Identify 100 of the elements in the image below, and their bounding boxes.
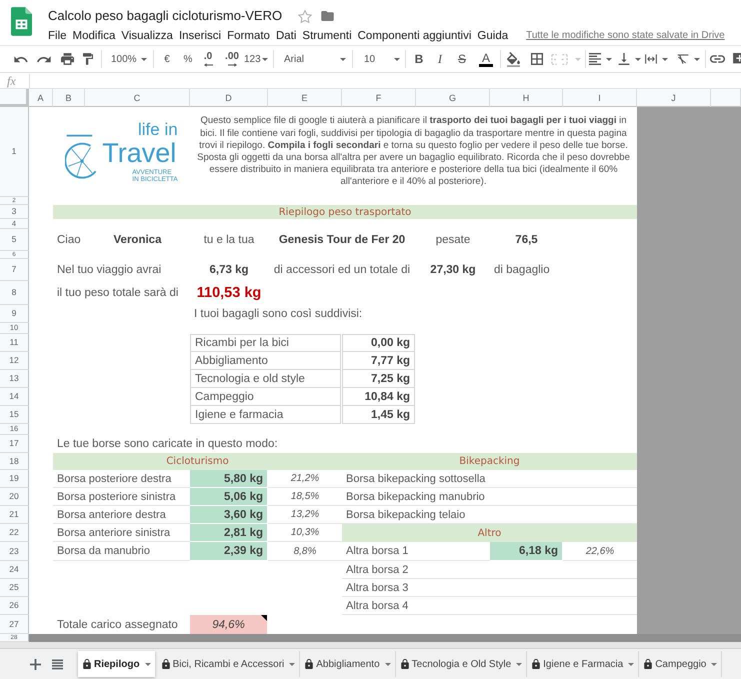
column-header[interactable]: I — [563, 89, 637, 107]
row-header[interactable]: 18 — [0, 453, 29, 470]
add-comment-icon[interactable] — [733, 52, 741, 66]
font-size-dropdown[interactable]: 10 — [360, 54, 400, 64]
row-header[interactable]: 8 — [0, 281, 29, 305]
spreadsheet-logo-icon[interactable] — [11, 7, 32, 36]
row-header[interactable]: 19 — [0, 470, 29, 488]
row-header[interactable]: 12 — [0, 352, 29, 370]
paint-roller-icon[interactable] — [83, 53, 93, 65]
column-header[interactable]: B — [53, 89, 85, 107]
text-wrap-icon[interactable] — [645, 53, 668, 65]
percent-button[interactable]: % — [181, 54, 195, 64]
undo-icon[interactable] — [14, 56, 28, 62]
row-header[interactable]: 9 — [0, 305, 29, 323]
row-header[interactable]: 21 — [0, 506, 29, 524]
row-header[interactable]: 23 — [0, 542, 29, 561]
row-header[interactable]: 27 — [0, 615, 29, 634]
currency-button[interactable]: € — [160, 54, 174, 64]
row-header[interactable]: 26 — [0, 597, 29, 615]
column-header[interactable]: E — [268, 89, 342, 107]
column-header[interactable]: J — [637, 89, 711, 107]
bold-button[interactable]: B — [412, 52, 426, 66]
column-header[interactable]: A — [29, 89, 53, 107]
note-marker-icon[interactable] — [261, 615, 267, 621]
row-header[interactable]: 22 — [0, 524, 29, 542]
vertical-align-icon[interactable] — [618, 53, 641, 65]
menu-item[interactable]: Formato — [227, 28, 270, 44]
horizontal-scrollbar[interactable] — [0, 642, 741, 649]
paint-bucket-icon[interactable] — [507, 52, 520, 66]
document-title[interactable]: Calcolo peso bagagli cicloturismo-VERO — [48, 7, 282, 25]
borders-icon[interactable] — [531, 53, 543, 65]
menu-item[interactable]: Guida — [477, 28, 508, 44]
merge-cells-icon[interactable] — [551, 54, 581, 64]
caret-icon[interactable] — [628, 662, 634, 666]
link-icon[interactable] — [710, 55, 725, 63]
caret-icon[interactable] — [289, 662, 296, 666]
category-weight-cell: 0,00 kg — [342, 334, 415, 352]
row-header[interactable]: 24 — [0, 561, 29, 579]
row-header[interactable]: 7 — [0, 259, 29, 281]
menu-item[interactable]: Dati — [276, 28, 296, 44]
column-header[interactable]: D — [190, 89, 268, 107]
folder-icon[interactable] — [321, 11, 334, 21]
text-rotation-icon[interactable] — [677, 53, 700, 65]
row-header[interactable]: 15 — [0, 406, 29, 424]
italic-button[interactable]: I — [433, 52, 447, 66]
menu-icon[interactable] — [52, 658, 63, 670]
row-header[interactable]: 13 — [0, 370, 29, 388]
category-weight-cell: 7,25 kg — [342, 370, 415, 388]
row-header[interactable]: 25 — [0, 579, 29, 597]
menu-item[interactable]: Componenti aggiuntivi — [358, 28, 472, 44]
row-header[interactable]: 1 — [0, 107, 29, 197]
accessories-weight-value: 6,73 kg — [210, 264, 248, 276]
bag-name-cell: Borsa bikepacking manubrio — [342, 488, 490, 506]
bag-share-cell: 21,2% — [268, 470, 342, 488]
caret-icon[interactable] — [144, 662, 151, 666]
sheet-tab[interactable]: Bici, Ricambi e Accessori — [156, 651, 300, 677]
row-header[interactable]: 14 — [0, 388, 29, 406]
column-header[interactable]: H — [490, 89, 563, 107]
font-dropdown[interactable]: Arial — [282, 54, 346, 64]
menu-item[interactable]: File — [48, 28, 67, 44]
category-name-cell: Ricambi per la bici — [190, 334, 341, 352]
column-header[interactable]: C — [85, 89, 190, 107]
caret-icon[interactable] — [711, 662, 718, 666]
menu-item[interactable]: Inserisci — [178, 28, 222, 44]
column-header[interactable]: F — [342, 89, 416, 107]
menu-item[interactable]: Visualizza — [121, 28, 173, 44]
row-header[interactable]: 17 — [0, 435, 29, 453]
zoom-dropdown[interactable]: 100% — [111, 54, 147, 64]
number-format-dropdown[interactable]: 123 — [244, 54, 268, 64]
sheet-tab[interactable]: Riepilogo — [78, 651, 155, 677]
formula-label: fx — [0, 74, 30, 88]
table-caption: Le tue borse sono caricate in questo modo: — [57, 438, 278, 450]
table-caption: I tuoi bagagli sono così suddivisi: — [194, 308, 362, 320]
row-header[interactable]: 3 — [0, 205, 29, 219]
menu-item[interactable]: Modifica — [72, 28, 116, 44]
row-header[interactable]: 5 — [0, 229, 29, 251]
label-text: tu e la tua — [204, 234, 254, 246]
sheet-tab[interactable]: Campeggio — [639, 651, 722, 677]
label-text: di bagaglio — [494, 264, 550, 276]
strikethrough-button[interactable]: S — [455, 52, 469, 66]
arrow-left-icon — [204, 62, 212, 66]
text-color-button[interactable]: A — [479, 52, 493, 66]
caret-icon — [262, 58, 268, 60]
column-header[interactable]: G — [416, 89, 490, 107]
increase-decimals-button[interactable]: .00 — [223, 52, 241, 66]
redo-icon[interactable] — [37, 56, 51, 62]
save-status-link[interactable]: Tutte le modifiche sono state salvate in Drive — [526, 28, 725, 44]
add-sheet-icon[interactable] — [30, 658, 41, 670]
star-icon[interactable] — [298, 10, 312, 22]
caret-icon[interactable] — [384, 662, 391, 666]
menu-item[interactable]: Strumenti — [302, 28, 352, 44]
row-header[interactable]: 11 — [0, 334, 29, 352]
sheet-tab[interactable]: Tecnologia e Old Style — [396, 651, 528, 677]
caret-icon[interactable] — [516, 662, 522, 666]
sheet-tab[interactable]: Igiene e Farmacia — [527, 651, 640, 677]
decrease-decimals-button[interactable]: .0 — [201, 52, 215, 66]
print-icon[interactable] — [61, 53, 74, 65]
align-left-icon[interactable] — [589, 53, 612, 65]
sheet-tab[interactable]: Abbigliamento — [300, 651, 396, 677]
row-header[interactable]: 20 — [0, 488, 29, 506]
